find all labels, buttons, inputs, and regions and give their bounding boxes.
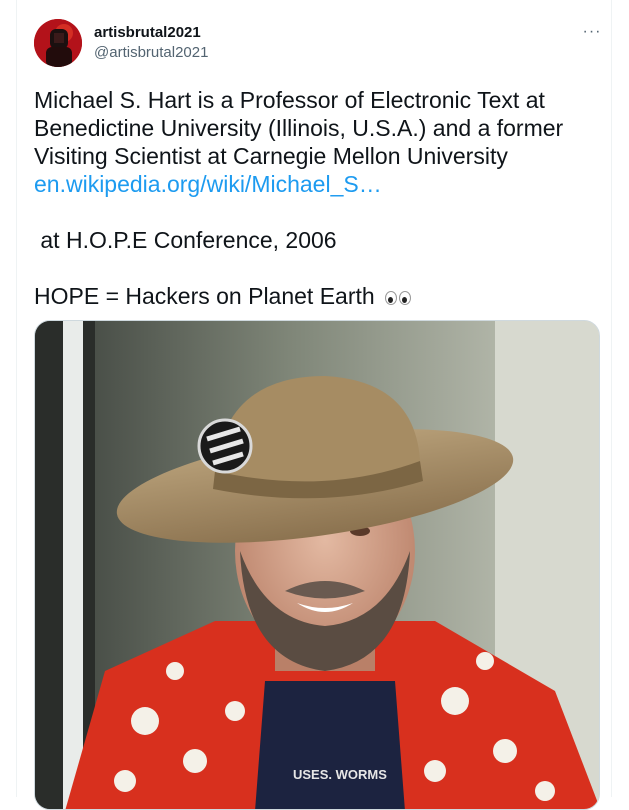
tweet-text-hope: HOPE = Hackers on Planet Earth bbox=[34, 283, 375, 309]
tweet-photo[interactable]: USES. WORMS bbox=[34, 320, 600, 810]
tweet-text: Michael S. Hart is a Professor of Electr… bbox=[34, 86, 600, 310]
tweet-text-conference: at H.O.P.E Conference, 2006 bbox=[40, 227, 337, 253]
tweet-text-body: Michael S. Hart is a Professor of Electr… bbox=[34, 87, 564, 169]
more-options-icon[interactable]: ··· bbox=[580, 22, 604, 42]
photo-image: USES. WORMS bbox=[35, 321, 599, 809]
display-name[interactable]: artisbrutal2021 bbox=[94, 24, 201, 41]
eyes-emoji-icon bbox=[385, 290, 412, 305]
avatar[interactable] bbox=[34, 19, 82, 67]
shirt-text: USES. WORMS bbox=[293, 767, 387, 782]
wikipedia-link[interactable]: en.wikipedia.org/wiki/Michael_S… bbox=[34, 171, 382, 197]
avatar-image bbox=[34, 19, 82, 67]
user-handle[interactable]: @artisbrutal2021 bbox=[94, 44, 208, 61]
